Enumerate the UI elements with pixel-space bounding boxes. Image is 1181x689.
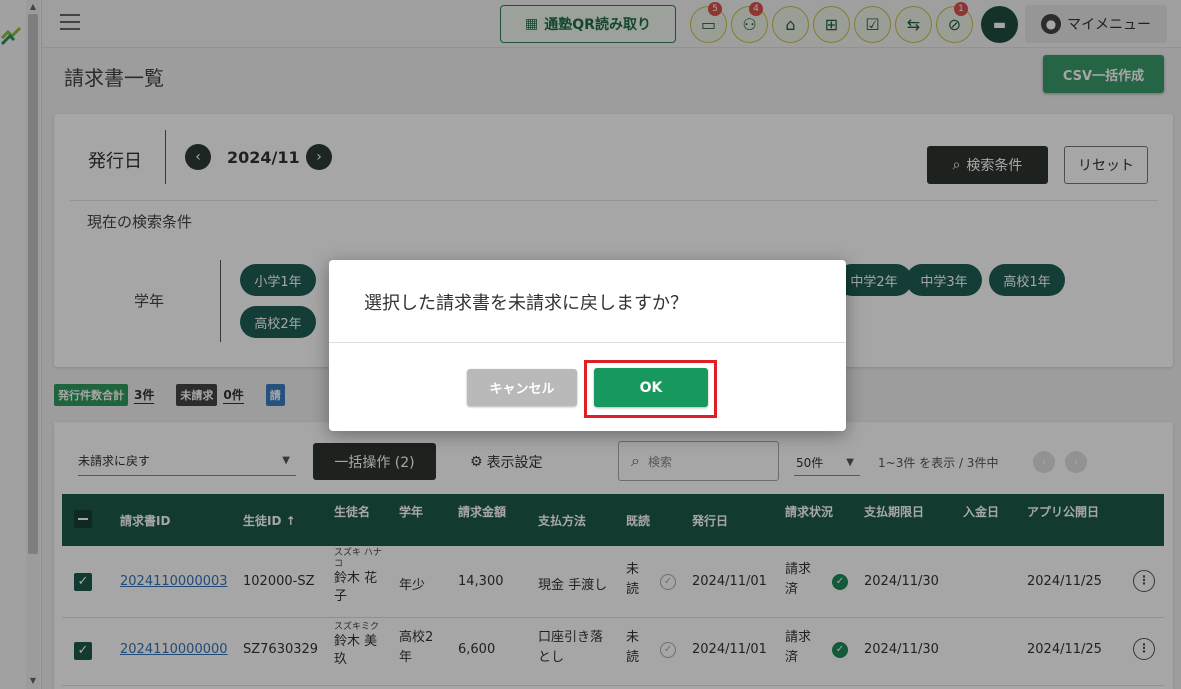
confirm-dialog: 選択した請求書を未請求に戻しますか？ キャンセル OK bbox=[329, 260, 846, 431]
dialog-message: 選択した請求書を未請求に戻しますか？ bbox=[364, 293, 688, 314]
cancel-button[interactable]: キャンセル bbox=[467, 369, 577, 406]
divider bbox=[329, 342, 846, 343]
ok-button[interactable]: OK bbox=[594, 368, 708, 407]
